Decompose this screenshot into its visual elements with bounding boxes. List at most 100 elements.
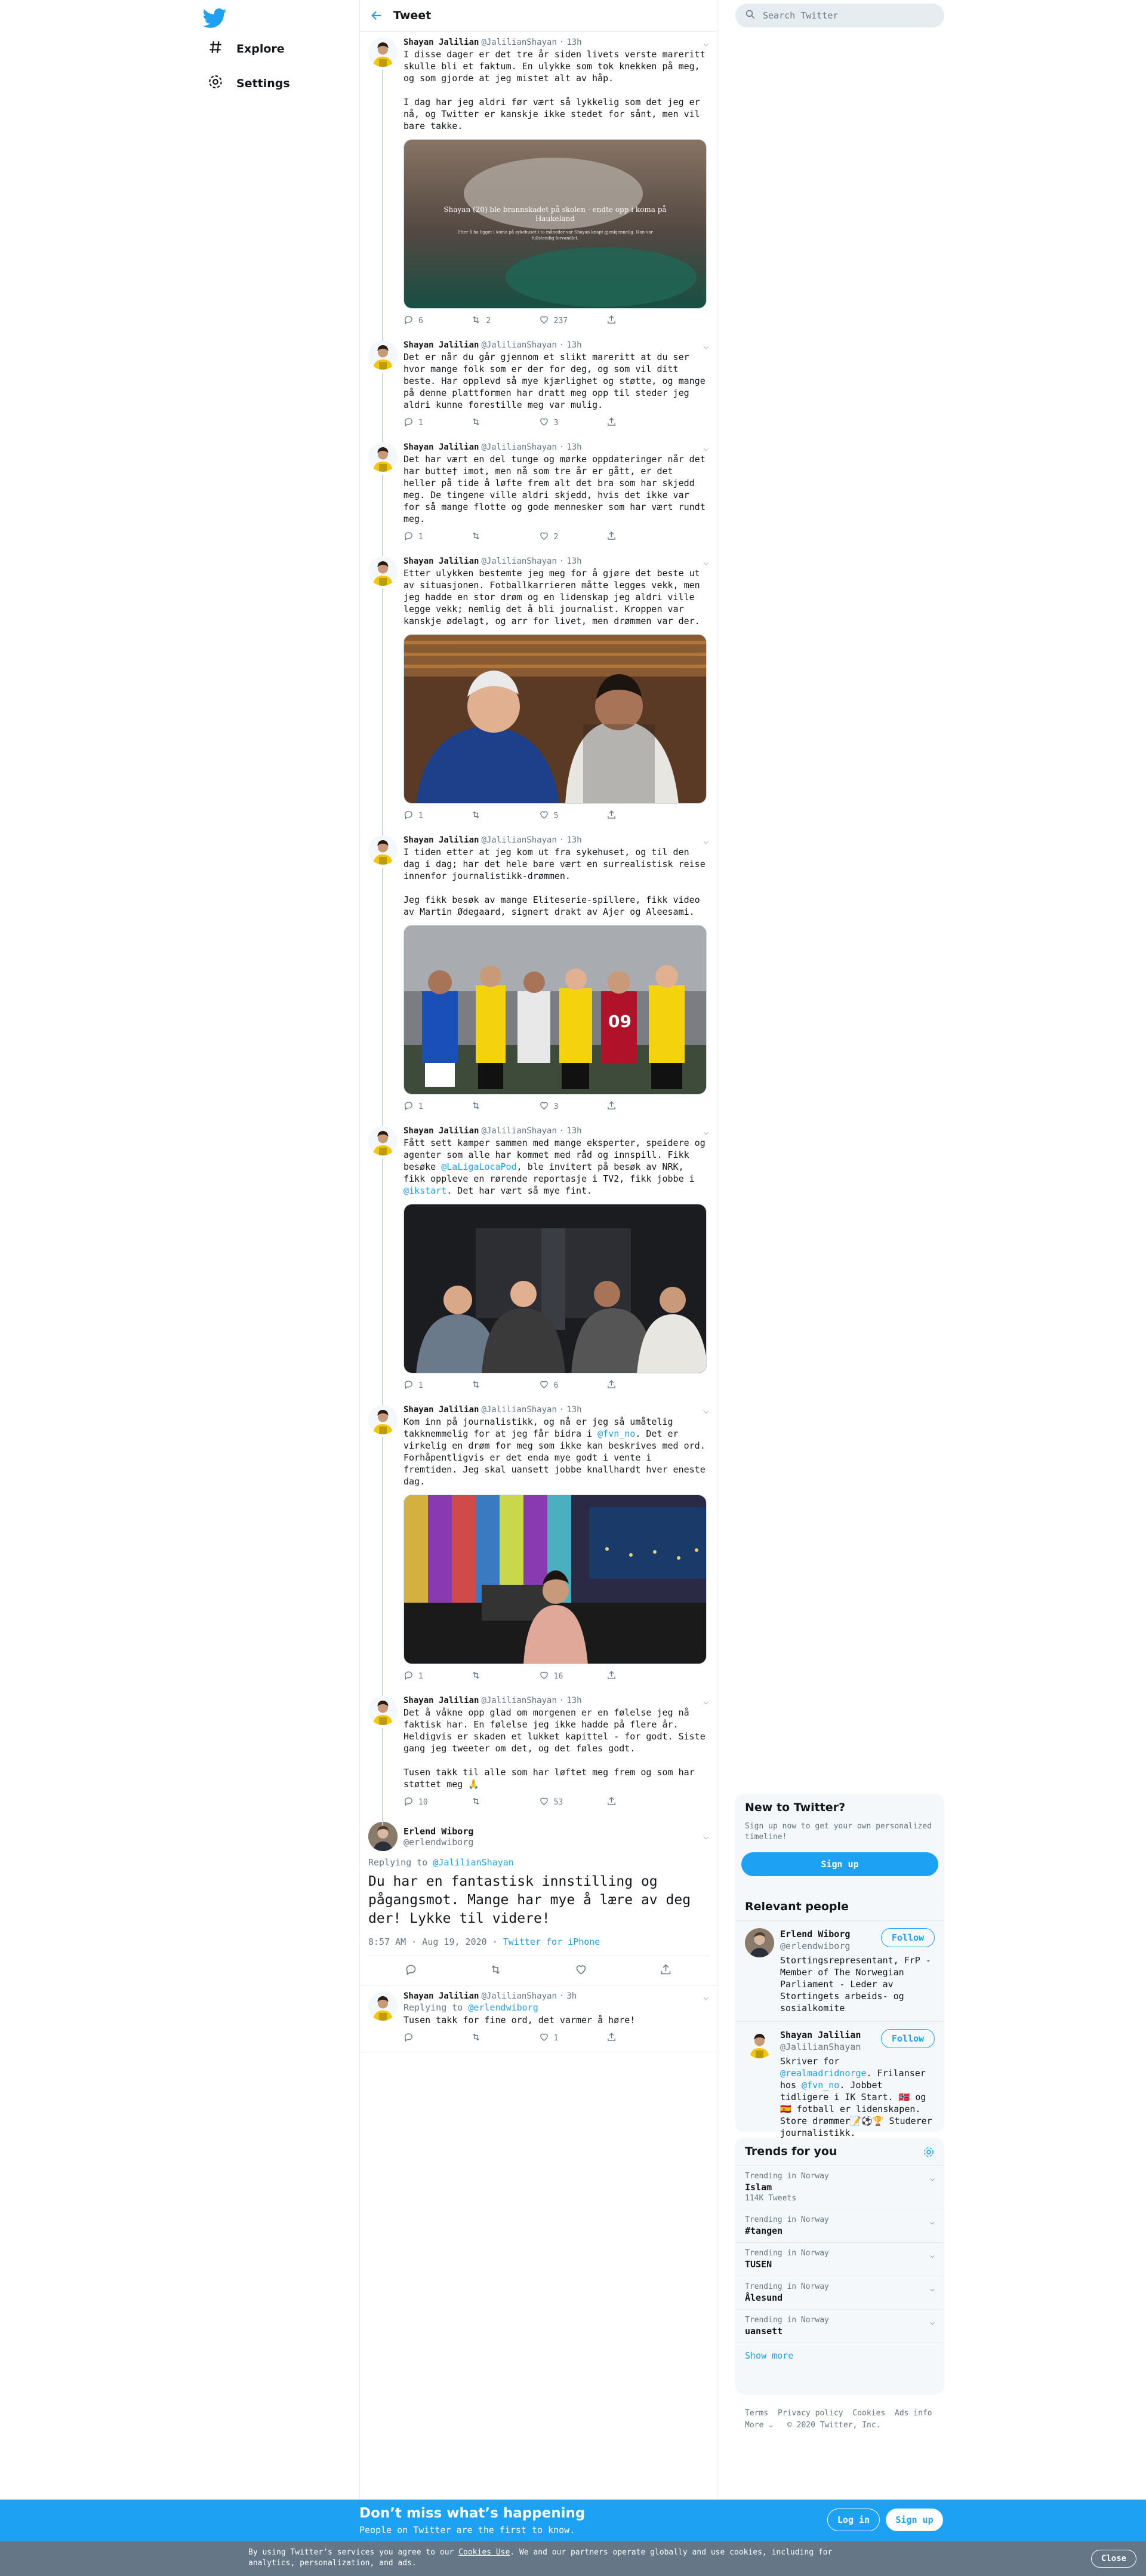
tweet-time[interactable]: 13h [566,1696,581,1705]
share-button[interactable] [606,2032,660,2045]
avatar[interactable] [368,1696,398,1725]
thread-tweet[interactable]: Shayan Jalilian @JalilianShayan · 13h Det å … [360,1690,717,1825]
trend-item[interactable]: Trending in Norway #tangen ⌵ [735,2209,944,2242]
follow-button[interactable]: Follow [881,2029,935,2048]
tweet-time[interactable]: 13h [566,1405,581,1415]
footer-link-privacy[interactable]: Privacy policy [778,2409,843,2418]
share-button[interactable] [606,1796,660,1809]
author-handle[interactable]: @JalilianShayan [481,835,556,845]
trend-item[interactable]: Trending in Norway Ålesund ⌵ [735,2276,944,2309]
author-name[interactable]: Shayan Jalilian [403,557,479,566]
chevron-down-icon[interactable]: ⌵ [704,1406,708,1416]
mention-link[interactable]: @LaLigaLocaPod [441,1161,516,1172]
reply-button[interactable]: 6 [403,315,457,327]
chevron-down-icon[interactable]: ⌵ [930,2318,935,2327]
author-name[interactable]: Shayan Jalilian [403,1991,479,2001]
thread-tweet[interactable]: Shayan Jalilian @JalilianShayan · 13h Etter … [360,551,717,839]
share-button[interactable] [606,531,660,543]
avatar[interactable] [368,1822,398,1851]
replying-to-link[interactable]: @JalilianShayan [433,1857,513,1868]
reply-button[interactable]: 1 [403,810,457,822]
footer-link-ads[interactable]: Ads info [895,2409,932,2418]
nav-explore[interactable]: Explore [208,39,285,58]
tweet-time[interactable]: 13h [566,557,581,566]
share-button[interactable] [606,417,660,429]
chevron-down-icon[interactable]: ⌵ [704,1993,708,2002]
relevant-person[interactable]: Shayan Jalilian @JalilianShayan Skriver fo… [735,2021,944,2146]
like-button[interactable]: 1 [539,2032,593,2045]
relevant-person[interactable]: Erlend Wiborg @erlendwiborg Stortingsrepre… [735,1920,944,2021]
tweet-media[interactable] [403,1495,707,1664]
author-handle[interactable]: @JalilianShayan [481,1405,556,1415]
author-handle[interactable]: @JalilianShayan [481,1991,556,2001]
tweet-media[interactable]: Shayan (20) ble brannskadet på skolen - … [403,139,707,309]
back-arrow-icon[interactable] [360,9,393,22]
tweet-media[interactable] [403,634,707,804]
thread-tweet[interactable]: Shayan Jalilian @JalilianShayan · 13h Kom in… [360,1399,717,1699]
tweet-time[interactable]: 13h [566,1126,581,1136]
like-button[interactable]: 6 [539,1379,593,1392]
reply-button[interactable]: 1 [403,531,457,543]
avatar[interactable] [368,1126,398,1155]
retweet-button[interactable] [471,417,525,429]
tweet-media[interactable]: 09 [403,925,707,1095]
footer-link-terms[interactable]: Terms [745,2409,768,2418]
chevron-down-icon[interactable]: ⌵ [704,342,708,351]
tweet-time[interactable]: 13h [566,340,581,350]
reply-tweet[interactable]: Shayan Jalilian @JalilianShayan · 3h Replyin… [360,1985,717,2052]
author-handle[interactable]: @JalilianShayan [481,557,556,566]
reply-button[interactable]: 1 [403,1101,457,1113]
retweet-button[interactable] [471,1796,525,1809]
retweet-button[interactable] [471,1379,525,1392]
reply-button[interactable]: 1 [403,1670,457,1683]
tweet-timestamp[interactable]: 8:57 AM · Aug 19, 2020 · [368,1936,503,1947]
sign-up-button[interactable]: Sign up [886,2509,943,2531]
avatar[interactable] [368,835,398,865]
chevron-down-icon[interactable]: ⌵ [704,1832,708,1842]
chevron-down-icon[interactable]: ⌵ [704,39,708,48]
mention-link[interactable]: @realmadridnorge [780,2068,867,2079]
retweet-button[interactable] [471,531,525,543]
avatar[interactable] [368,1991,398,2021]
retweet-button[interactable] [471,1101,525,1113]
twitter-logo-icon[interactable] [202,6,227,30]
chevron-down-icon[interactable]: ⌵ [930,2218,935,2227]
avatar[interactable] [368,340,398,370]
like-button[interactable]: 3 [539,1101,593,1113]
author-name[interactable]: Shayan Jalilian [403,1405,479,1415]
retweet-button[interactable]: 2 [471,315,525,327]
retweet-button[interactable] [471,810,525,822]
share-button[interactable] [606,1101,660,1113]
tweet-time[interactable]: 13h [566,442,581,452]
show-more-link[interactable]: Show more [735,2343,944,2368]
author-handle[interactable]: @erlendwiborg [403,1837,473,1848]
tweet-time[interactable]: 3h [566,1991,577,2001]
share-icon[interactable] [660,1963,672,1978]
author-handle[interactable]: @JalilianShayan [481,442,556,452]
share-button[interactable] [606,810,660,822]
trend-item[interactable]: Trending in Norway Islam 114K Tweets ⌵ [735,2165,944,2209]
reply-button[interactable] [403,2032,457,2045]
chevron-down-icon[interactable]: ⌵ [930,2174,935,2183]
chevron-down-icon[interactable]: ⌵ [930,2285,935,2294]
retweet-button[interactable] [471,2032,525,2045]
footer-more-button[interactable]: More ⌵ [745,2421,778,2430]
author-name[interactable]: Shayan Jalilian [403,442,479,452]
tweet-time[interactable]: 13h [566,38,581,47]
retweet-button[interactable] [471,1670,525,1683]
thread-tweet[interactable]: Shayan Jalilian @JalilianShayan · 13h Det er… [360,334,717,446]
chevron-down-icon[interactable]: ⌵ [704,444,708,453]
avatar[interactable] [368,557,398,586]
mention-link[interactable]: @ikstart [403,1185,446,1196]
thread-tweet[interactable]: Shayan Jalilian @JalilianShayan · 13h Fått s… [360,1120,717,1409]
reply-button[interactable]: 1 [403,1379,457,1392]
heart-icon[interactable] [575,1963,587,1978]
chevron-down-icon[interactable]: ⌵ [930,2251,935,2260]
chevron-down-icon[interactable]: ⌵ [704,1127,708,1137]
author-name[interactable]: Shayan Jalilian [403,1696,479,1705]
trend-item[interactable]: Trending in Norway TUSEN ⌵ [735,2242,944,2276]
reply-button[interactable]: 10 [403,1796,457,1809]
search-box[interactable]: Search Twitter [735,4,944,27]
author-name[interactable]: Shayan Jalilian [403,340,479,350]
like-button[interactable]: 3 [539,417,593,429]
